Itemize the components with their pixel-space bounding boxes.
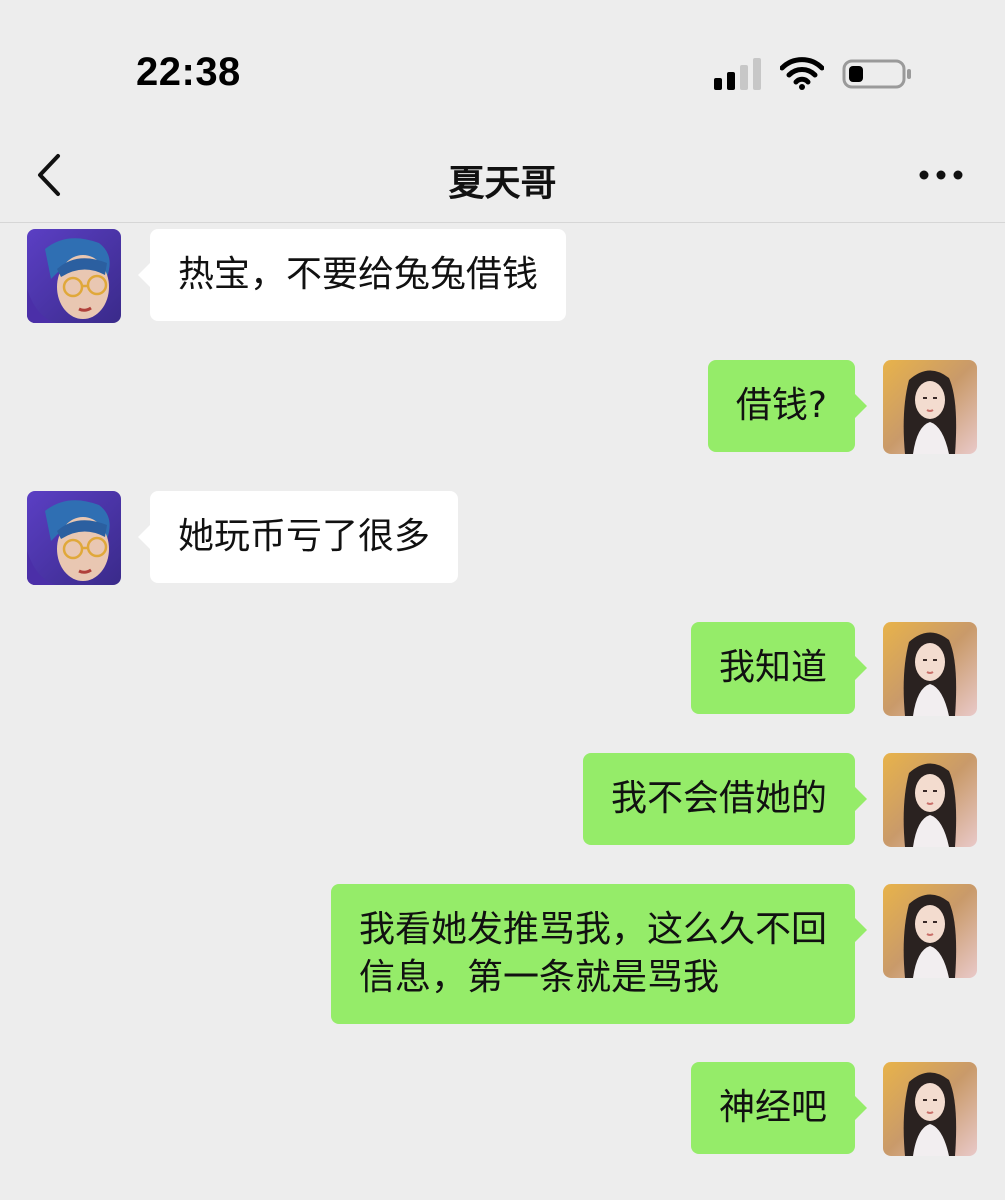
message-bubble-outgoing[interactable]: 借钱? [707, 360, 868, 452]
message-text: 热宝，不要给兔兔借钱 [178, 254, 539, 295]
more-dots-icon [919, 170, 963, 180]
message-bubble-outgoing[interactable]: 我看她发推骂我，这么久不回 信息，第一条就是骂我 [330, 884, 868, 1024]
message-text: 神经吧 [718, 1087, 827, 1128]
message-bubble-outgoing[interactable]: 我知道 [690, 622, 868, 714]
my-avatar[interactable] [883, 360, 977, 454]
message-bubble-incoming[interactable]: 热宝，不要给兔兔借钱 [137, 229, 567, 321]
message-text-line: 信息，第一条就是骂我 [358, 957, 719, 998]
contact-avatar[interactable] [27, 491, 121, 585]
status-bar: 22:38 [0, 0, 1005, 130]
cellular-signal-icon [714, 58, 764, 90]
chat-header: 夏天哥 [0, 130, 1005, 223]
status-time: 22:38 [136, 50, 241, 94]
message-text: 借钱? [735, 385, 827, 426]
battery-low-icon [842, 58, 914, 90]
message-text: 我不会借她的 [610, 778, 827, 819]
wifi-icon [779, 56, 825, 90]
message-bubble-incoming[interactable]: 她玩币亏了很多 [137, 491, 459, 583]
chat-title: 夏天哥 [448, 163, 557, 204]
contact-avatar[interactable] [27, 229, 121, 323]
my-avatar[interactable] [883, 1062, 977, 1156]
message-text: 我知道 [718, 647, 827, 688]
my-avatar[interactable] [883, 884, 977, 978]
message-text: 她玩币亏了很多 [178, 516, 431, 557]
message-bubble-outgoing[interactable]: 神经吧 [690, 1062, 868, 1154]
message-bubble-outgoing[interactable]: 我不会借她的 [582, 753, 868, 845]
my-avatar[interactable] [883, 622, 977, 716]
my-avatar[interactable] [883, 753, 977, 847]
more-button[interactable] [912, 158, 968, 192]
message-text-line: 我看她发推骂我，这么久不回 [358, 909, 827, 950]
